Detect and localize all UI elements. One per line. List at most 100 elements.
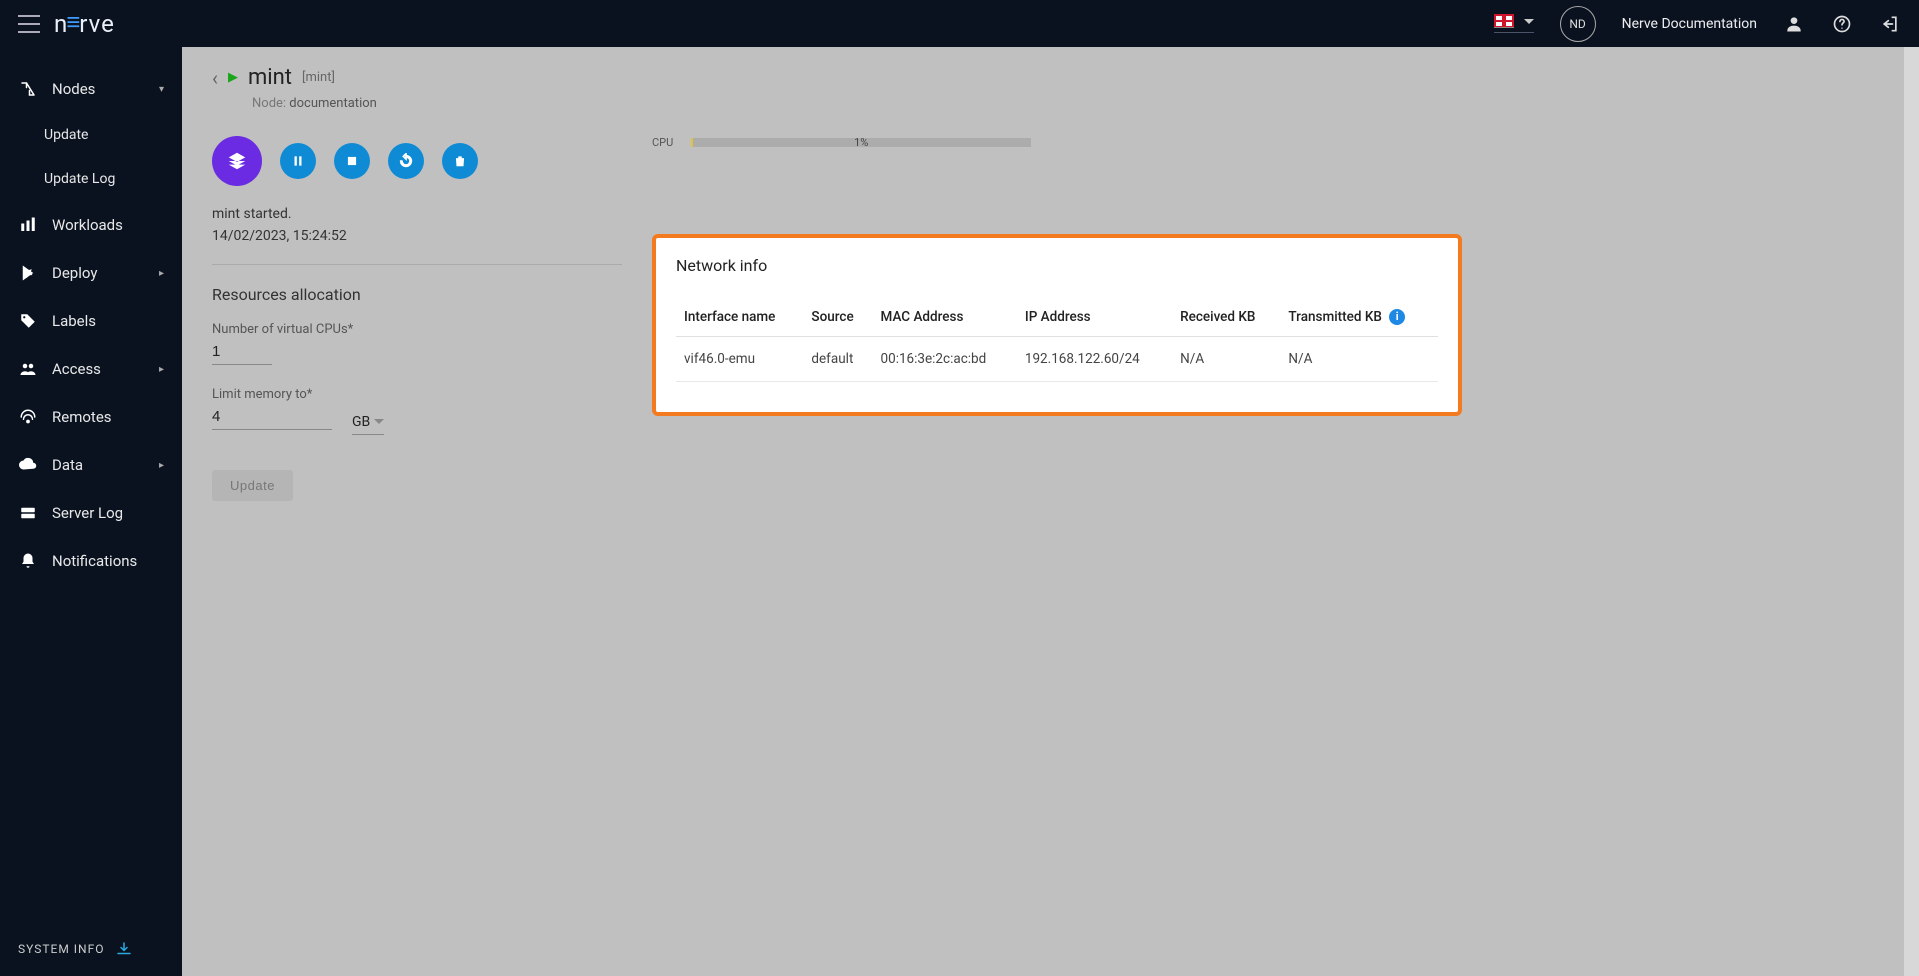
chevron-right-icon: ▸ [159,364,164,375]
flag-uk-icon [1494,14,1514,28]
download-icon [115,940,133,958]
sidebar-item-label: Update [44,127,88,143]
status-text: mint started. [212,206,622,222]
sidebar-item-label: Access [52,360,101,378]
sidebar-item-label: Notifications [52,552,137,570]
chevron-down-icon [1524,19,1534,24]
sidebar-item-deploy[interactable]: Deploy ▸ [0,249,182,297]
main: Nodes ▾ Update Update Log Workloads Depl… [0,47,1919,976]
sidebar-item-label: Update Log [44,171,115,187]
content: ‹ ▶ mint [mint] Node: documentation [182,47,1919,976]
sidebar-item-update-log[interactable]: Update Log [0,157,182,201]
chevron-down-icon [374,419,384,424]
cpu-meter: CPU 1% [652,136,1879,149]
logout-icon[interactable] [1879,13,1901,35]
cpu-label: CPU [652,136,673,149]
labels-icon [18,311,38,331]
col-ip: IP Address [1017,299,1172,336]
vcpu-label: Number of virtual CPUs* [212,322,622,337]
deploy-icon [18,263,38,283]
vcpu-input[interactable] [212,341,272,365]
col-source: Source [803,299,872,336]
col-rx: Received KB [1172,299,1280,336]
sidebar-item-nodes[interactable]: Nodes ▾ [0,65,182,113]
col-interface: Interface name [676,299,803,336]
user-icon[interactable] [1783,13,1805,35]
chevron-down-icon: ▾ [159,84,164,95]
resources-title: Resources allocation [212,285,622,304]
cell-rx: N/A [1172,336,1280,381]
logo: n≡rve [54,9,115,38]
sidebar-item-remotes[interactable]: Remotes [0,393,182,441]
network-table: Interface name Source MAC Address IP Add… [676,299,1438,382]
help-icon[interactable] [1831,13,1853,35]
stop-button[interactable] [334,143,370,179]
language-selector[interactable] [1494,14,1534,33]
system-info-button[interactable]: SYSTEM INFO [0,922,182,976]
chevron-right-icon: ▸ [159,268,164,279]
server-log-icon [18,503,38,523]
delete-button[interactable] [442,143,478,179]
node-path: Node: documentation [252,96,1879,111]
node-value: documentation [289,96,377,111]
avatar[interactable]: ND [1560,6,1596,42]
node-label: Node: [252,96,286,111]
action-row [212,136,622,186]
breadcrumb: ‹ ▶ mint [mint] [212,65,1879,90]
scrollbar[interactable] [1904,47,1919,976]
sidebar-item-access[interactable]: Access ▸ [0,345,182,393]
col-tx: Transmitted KB i [1280,299,1438,336]
col-mac: MAC Address [873,299,1017,336]
doc-name: Nerve Documentation [1622,16,1757,32]
sidebar-item-label: Server Log [52,504,123,522]
sidebar-item-notifications[interactable]: Notifications [0,537,182,585]
sidebar-item-data[interactable]: Data ▸ [0,441,182,489]
sidebar-item-labels[interactable]: Labels [0,297,182,345]
memory-input[interactable] [212,406,332,430]
cell-mac: 00:16:3e:2c:ac:bd [873,336,1017,381]
workload-button[interactable] [212,136,262,186]
data-icon [18,455,38,475]
pause-button[interactable] [280,143,316,179]
table-row: vif46.0-emu default 00:16:3e:2c:ac:bd 19… [676,336,1438,381]
system-info-label: SYSTEM INFO [18,942,105,956]
nodes-icon [18,79,38,99]
topbar: n≡rve ND Nerve Documentation [0,0,1919,47]
right-column: CPU 1% Network info Interface name Sourc… [652,136,1879,416]
sidebar: Nodes ▾ Update Update Log Workloads Depl… [0,47,182,976]
sidebar-item-label: Workloads [52,216,123,234]
sidebar-item-server-log[interactable]: Server Log [0,489,182,537]
network-info-title: Network info [676,256,1438,275]
cell-tx: N/A [1280,336,1438,381]
cell-interface: vif46.0-emu [676,336,803,381]
table-header-row: Interface name Source MAC Address IP Add… [676,299,1438,336]
cpu-bar: 1% [691,138,1031,147]
sidebar-item-label: Nodes [52,80,95,98]
sidebar-item-workloads[interactable]: Workloads [0,201,182,249]
bell-icon [18,551,38,571]
sidebar-item-label: Deploy [52,264,97,282]
memory-label: Limit memory to* [212,387,332,402]
cell-ip: 192.168.122.60/24 [1017,336,1172,381]
restart-button[interactable] [388,143,424,179]
sidebar-item-label: Labels [52,312,96,330]
back-button[interactable]: ‹ [212,66,218,90]
col-tx-label: Transmitted KB [1288,309,1381,325]
cell-source: default [803,336,872,381]
info-icon[interactable]: i [1389,309,1405,325]
sidebar-item-update[interactable]: Update [0,113,182,157]
divider [212,264,622,265]
running-icon: ▶ [228,70,238,85]
page-tag: [mint] [302,70,335,85]
cpu-percent: 1% [854,136,868,149]
menu-toggle-icon[interactable] [18,15,40,33]
chevron-right-icon: ▸ [159,460,164,471]
update-button[interactable]: Update [212,470,293,501]
access-icon [18,359,38,379]
network-info-panel: Network info Interface name Source MAC A… [652,234,1462,416]
memory-unit-select[interactable]: GB [352,411,384,430]
page-title: mint [248,65,292,90]
avatar-initials: ND [1569,17,1585,31]
status-timestamp: 14/02/2023, 15:24:52 [212,228,622,244]
sidebar-item-label: Data [52,456,83,474]
